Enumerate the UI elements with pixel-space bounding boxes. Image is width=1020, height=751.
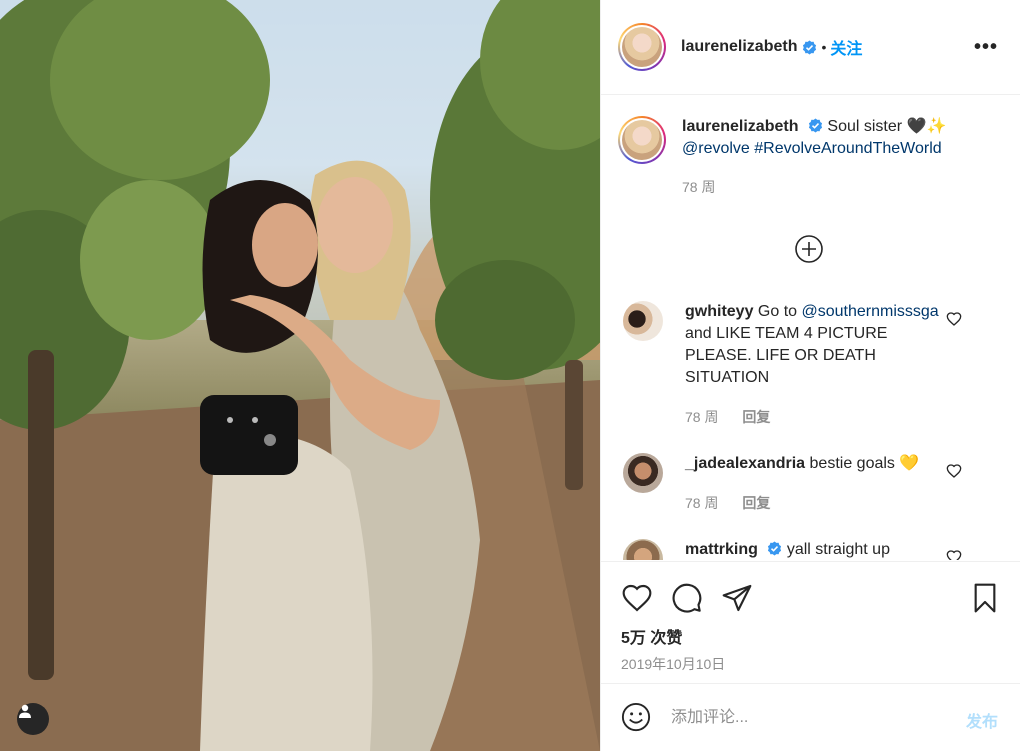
caption-mention-link[interactable]: @revolve (682, 140, 750, 157)
post-photo[interactable] (0, 0, 600, 751)
comment-emoji: 💛 (899, 455, 920, 472)
comment-username[interactable]: _jadealexandria (685, 455, 805, 472)
photo-illustration (0, 0, 600, 751)
verified-badge-icon (768, 541, 782, 556)
like-heart-icon[interactable] (621, 582, 653, 614)
like-comment-heart-icon[interactable] (946, 549, 962, 560)
commenter-avatar[interactable] (623, 453, 663, 493)
comment-text: bestie goals (809, 455, 895, 472)
load-more-comments-icon[interactable] (794, 234, 824, 264)
comments-list[interactable]: laurenelizabeth Soul sister 🖤✨ @revolve … (601, 96, 1020, 560)
comment-bubble-icon[interactable] (671, 582, 703, 614)
post-actions: 5万 次赞 2019年10月10日 (601, 561, 1020, 683)
comment-text: Go to (757, 303, 798, 320)
comment-mention-link[interactable]: @southernmisssga (802, 303, 939, 320)
like-comment-heart-icon[interactable] (946, 311, 962, 327)
share-paper-plane-icon[interactable] (721, 582, 753, 614)
add-comment-bar: 发布 (601, 683, 1020, 751)
like-comment-heart-icon[interactable] (946, 463, 962, 479)
caption-timestamp[interactable]: 78 周 (682, 176, 1002, 198)
comment-timestamp[interactable]: 78 周 (685, 495, 718, 511)
author-username[interactable]: laurenelizabeth (681, 38, 797, 56)
comment-reply-button[interactable]: 回复 (742, 409, 770, 425)
post-side-panel: laurenelizabeth • 关注 ••• laurenelizabeth (600, 0, 1020, 751)
more-options-button[interactable]: ••• (974, 36, 998, 59)
verified-badge-icon (808, 118, 822, 133)
caption-hashtag-link[interactable]: #RevolveAroundTheWorld (754, 140, 941, 157)
emoji-smiley-icon[interactable] (621, 702, 651, 732)
comment-reply-button[interactable]: 回复 (742, 495, 770, 511)
caption-avatar[interactable] (618, 116, 666, 164)
post-date[interactable]: 2019年10月10日 (621, 654, 725, 674)
follow-button[interactable]: 关注 (830, 35, 862, 59)
post-caption: laurenelizabeth Soul sister 🖤✨ @revolve … (618, 116, 1002, 198)
post-comment-button[interactable]: 发布 (966, 708, 998, 732)
post-header: laurenelizabeth • 关注 ••• (601, 0, 1020, 95)
comment-text: yall straight up (786, 541, 890, 558)
user-tag-icon (19, 704, 31, 718)
comment-username[interactable]: gwhiteyy (685, 303, 753, 320)
comment-timestamp[interactable]: 78 周 (685, 409, 718, 425)
commenter-avatar[interactable] (623, 301, 663, 341)
caption-text: Soul sister (827, 118, 903, 135)
caption-username[interactable]: laurenelizabeth (682, 118, 798, 135)
header-separator: • (821, 39, 827, 55)
comment-input[interactable] (671, 704, 941, 732)
user-tag-button[interactable] (17, 703, 49, 735)
verified-badge-icon (803, 39, 817, 55)
like-count[interactable]: 5万 次赞 (621, 624, 682, 648)
comment-username[interactable]: mattrking (685, 541, 758, 558)
save-bookmark-icon[interactable] (969, 582, 1001, 614)
comment-text: and LIKE TEAM 4 PICTURE PLEASE. LIFE OR … (685, 325, 888, 386)
commenter-avatar[interactable] (623, 539, 663, 560)
caption-emojis: 🖤✨ (906, 118, 947, 135)
author-avatar[interactable] (618, 23, 666, 71)
